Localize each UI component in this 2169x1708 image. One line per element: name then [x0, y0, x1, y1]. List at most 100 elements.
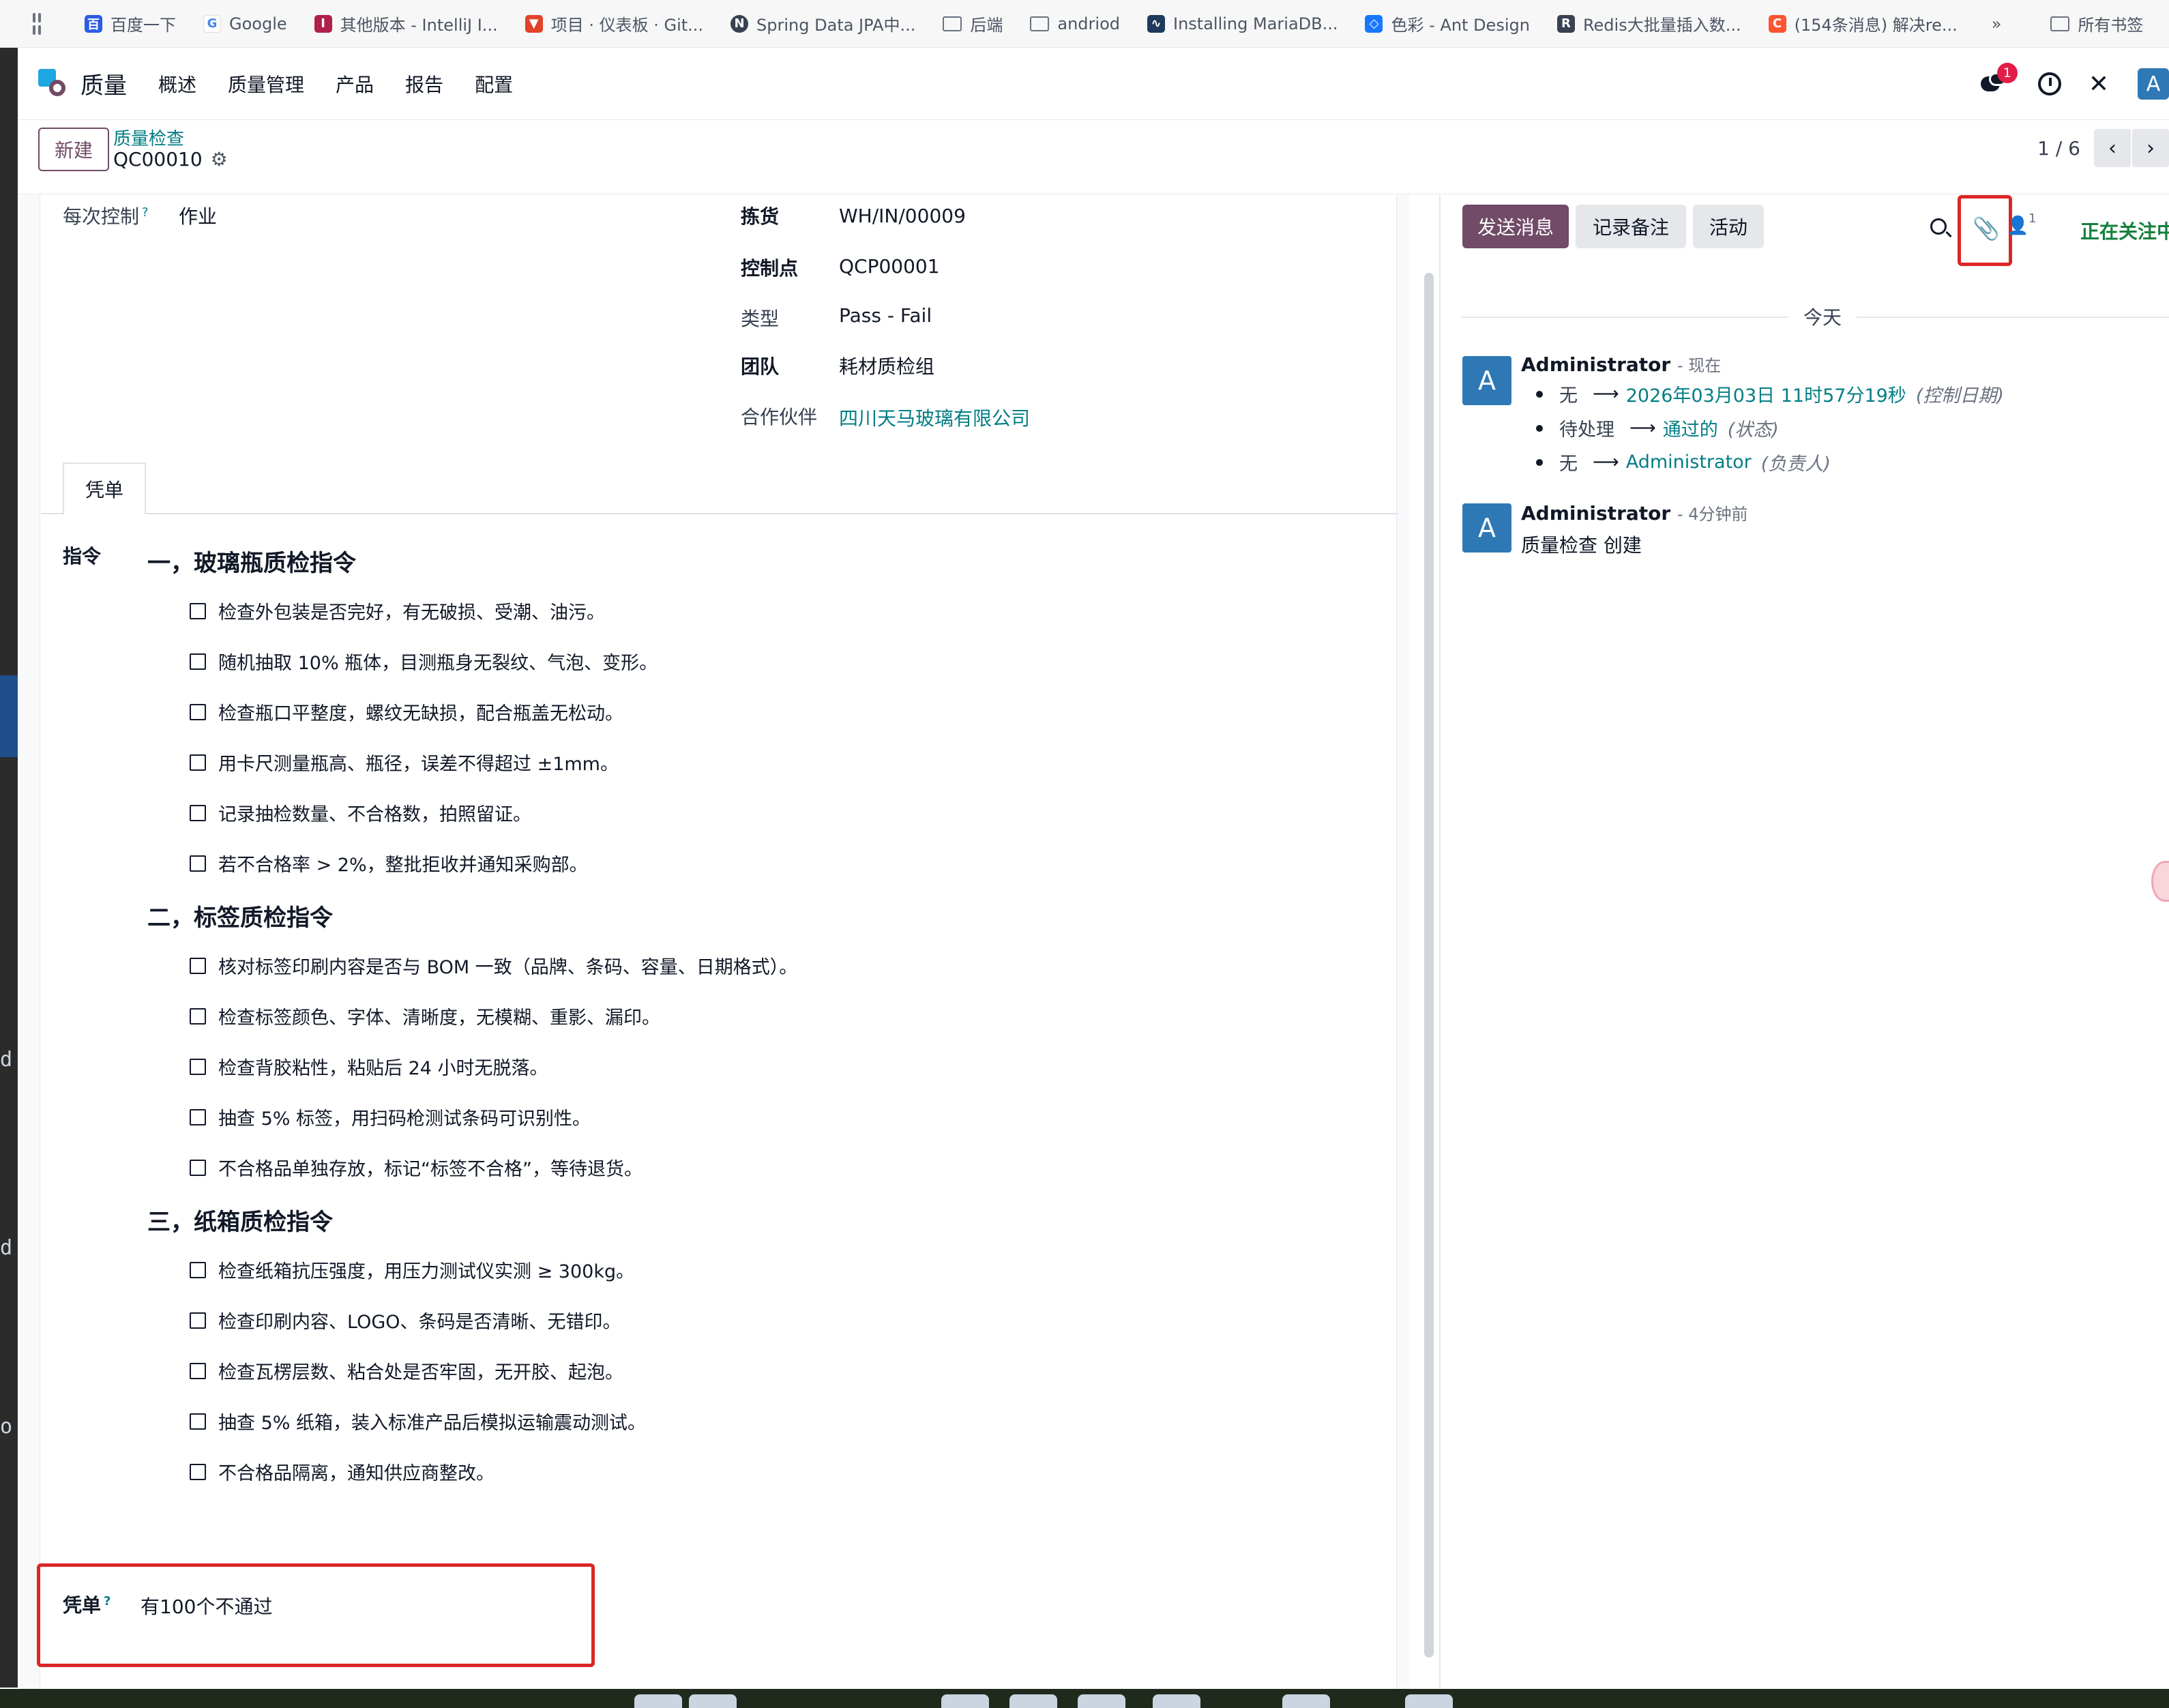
instruction-item[interactable]: 检查瓦楞层数、粘合处是否牢固，无开胶、起泡。 [190, 1357, 623, 1384]
instruction-item[interactable]: 记录抽检数量、不合格数，拍照留证。 [190, 799, 531, 826]
bookmarks-overflow-button[interactable]: » [1992, 14, 2002, 33]
bookmark-folder-backend[interactable]: 后端 [943, 12, 1003, 35]
dock-app-icon[interactable] [1153, 1694, 1200, 1708]
checkbox[interactable] [190, 1007, 206, 1025]
pager-next-button[interactable]: › [2132, 129, 2169, 167]
checkbox[interactable] [190, 703, 206, 720]
apps-grid-icon[interactable] [33, 12, 41, 35]
dock-app-icon[interactable] [689, 1694, 737, 1708]
pager-value[interactable]: 1 / 6 [2037, 137, 2080, 160]
instruction-item[interactable]: 检查背胶粘性，粘贴后 24 小时无脱落。 [190, 1053, 548, 1080]
menu-products[interactable]: 产品 [336, 70, 374, 98]
new-button[interactable]: 新建 [38, 128, 109, 171]
checkbox[interactable] [190, 1413, 206, 1430]
csdn-icon: C [1768, 14, 1786, 33]
checkbox[interactable] [190, 1108, 206, 1125]
bookmark-csdn[interactable]: C (154条消息) 解决re... [1768, 12, 1958, 35]
instruction-item[interactable]: 随机抽取 10% 瓶体，目测瓶身无裂纹、气泡、变形。 [190, 648, 658, 675]
checkbox[interactable] [190, 804, 206, 821]
field-value-control-per[interactable]: 作业 [179, 202, 217, 229]
log-note-button[interactable]: 记录备注 [1576, 205, 1686, 248]
followers-icon[interactable]: 👤 [2007, 216, 2028, 236]
field-value-control-point[interactable]: QCP00001 [839, 255, 940, 278]
instruction-item[interactable]: 抽查 5% 纸箱，装入标准产品后模拟运输震动测试。 [190, 1408, 646, 1434]
activity-button[interactable]: 活动 [1693, 205, 1764, 248]
message-author[interactable]: Administrator - 现在 [1521, 352, 1721, 376]
activity-clock-icon[interactable] [2037, 72, 2061, 95]
bookmark-folder-android[interactable]: andriod [1030, 14, 1120, 33]
app-name[interactable]: 质量 [80, 67, 127, 100]
checkbox[interactable] [190, 1261, 206, 1278]
author-avatar[interactable]: A [1462, 356, 1511, 405]
dock-app-icon[interactable] [941, 1694, 989, 1708]
form-scrollbar[interactable] [1424, 273, 1434, 1658]
instruction-item[interactable]: 检查外包装是否完好，有无破损、受潮、油污。 [190, 598, 605, 624]
instruction-item[interactable]: 不合格品单独存放，标记“标签不合格”，等待退货。 [190, 1154, 643, 1181]
dock-app-icon[interactable] [1009, 1694, 1057, 1708]
field-value-team[interactable]: 耗材质检组 [839, 352, 934, 379]
checkbox[interactable] [190, 1463, 206, 1480]
user-avatar[interactable]: A [2138, 68, 2169, 100]
checkbox[interactable] [190, 653, 206, 670]
bookmark-gitlab[interactable]: ▼ 项目 · 仪表板 · Git... [525, 12, 703, 35]
bookmark-google[interactable]: G Google [203, 14, 287, 33]
checkbox[interactable] [190, 1058, 206, 1075]
mariadb-icon: ∿ [1147, 14, 1165, 33]
instruction-item[interactable]: 若不合格率 > 2%，整批拒收并通知采购部。 [190, 850, 588, 877]
author-avatar[interactable]: A [1462, 503, 1511, 553]
instruction-item[interactable]: 不合格品隔离，通知供应商整改。 [190, 1458, 495, 1485]
dock-app-icon[interactable] [634, 1694, 682, 1708]
background-window-glyph: d [0, 1048, 13, 1072]
instruction-item[interactable]: 核对标签印刷内容是否与 BOM 一致（品牌、条码、容量、日期格式）。 [190, 952, 797, 979]
dock-app-icon[interactable] [1405, 1694, 1453, 1708]
send-message-button[interactable]: 发送消息 [1462, 205, 1569, 248]
debug-tools-icon[interactable]: ✕ [2089, 70, 2109, 98]
menu-reporting[interactable]: 报告 [405, 70, 443, 98]
dock-app-icon[interactable] [1282, 1694, 1330, 1708]
gear-icon[interactable]: ⚙ [211, 148, 228, 171]
field-value-picking[interactable]: WH/IN/00009 [839, 205, 966, 227]
checkbox[interactable] [190, 957, 206, 974]
dock-app-icon[interactable] [1078, 1694, 1125, 1708]
breadcrumb-parent[interactable]: 质量检查 [113, 125, 184, 150]
instruction-item[interactable]: 检查印刷内容、LOGO、条码是否清晰、无错印。 [190, 1307, 621, 1334]
bookmark-redis[interactable]: R Redis大批量插入数... [1556, 12, 1741, 35]
instruction-item[interactable]: 检查纸箱抗压强度，用压力测试仪实测 ≥ 300kg。 [190, 1256, 634, 1283]
quality-app-icon[interactable] [38, 68, 68, 99]
bookmark-label: 其他版本 - IntelliJ I... [340, 16, 498, 35]
field-value-partner[interactable]: 四川天马玻璃有限公司 [839, 404, 1030, 431]
tab-note[interactable]: 凭单 [63, 462, 146, 514]
baidu-icon: 百 [85, 14, 102, 33]
bookmark-baidu[interactable]: 百百度一下 [85, 12, 176, 35]
bookmark-intellij[interactable]: I 其他版本 - IntelliJ I... [314, 12, 498, 35]
instruction-item[interactable]: 抽查 5% 标签，用扫码枪测试条码可识别性。 [190, 1104, 591, 1130]
checkbox[interactable] [190, 602, 206, 619]
message-author[interactable]: Administrator - 4分钟前 [1521, 501, 1748, 525]
checkbox[interactable] [190, 1362, 206, 1379]
pager-previous-button[interactable]: ‹ [2094, 129, 2131, 167]
messaging-icon[interactable]: 1 [1980, 63, 2018, 95]
field-value-type[interactable]: Pass - Fail [839, 304, 932, 327]
following-button[interactable]: 正在关注中 [2080, 217, 2169, 244]
bookmark-label: 百度一下 [110, 16, 176, 35]
menu-quality-management[interactable]: 质量管理 [228, 70, 304, 98]
search-icon[interactable] [1930, 218, 1947, 235]
bookmark-antd[interactable]: ◇ 色彩 - Ant Design [1365, 12, 1530, 35]
arrow-right-icon: ⟶ [1593, 383, 1619, 404]
instruction-item[interactable]: 检查标签颜色、字体、清晰度，无模糊、重影、漏印。 [190, 1003, 660, 1029]
help-icon[interactable]: ? [142, 205, 149, 220]
field-label-instructions: 指令 [63, 545, 102, 568]
all-bookmarks[interactable]: 所有书签 [2050, 12, 2143, 35]
paperclip-icon[interactable]: 📎 [1973, 216, 2000, 241]
checkbox[interactable] [190, 1159, 206, 1176]
tracking-field-name: (负责人) [1760, 454, 1831, 475]
bookmark-mariadb[interactable]: ∿ Installing MariaDB... [1147, 14, 1338, 33]
menu-configuration[interactable]: 配置 [475, 70, 513, 98]
checkbox[interactable] [190, 1312, 206, 1329]
checkbox[interactable] [190, 855, 206, 872]
instruction-item[interactable]: 检查瓶口平整度，螺纹无缺损，配合瓶盖无松动。 [190, 698, 623, 725]
menu-overview[interactable]: 概述 [158, 70, 196, 98]
checkbox[interactable] [190, 754, 206, 771]
bookmark-spring-data[interactable]: N Spring Data JPA中... [731, 12, 915, 35]
instruction-item[interactable]: 用卡尺测量瓶高、瓶径，误差不得超过 ±1mm。 [190, 749, 619, 776]
